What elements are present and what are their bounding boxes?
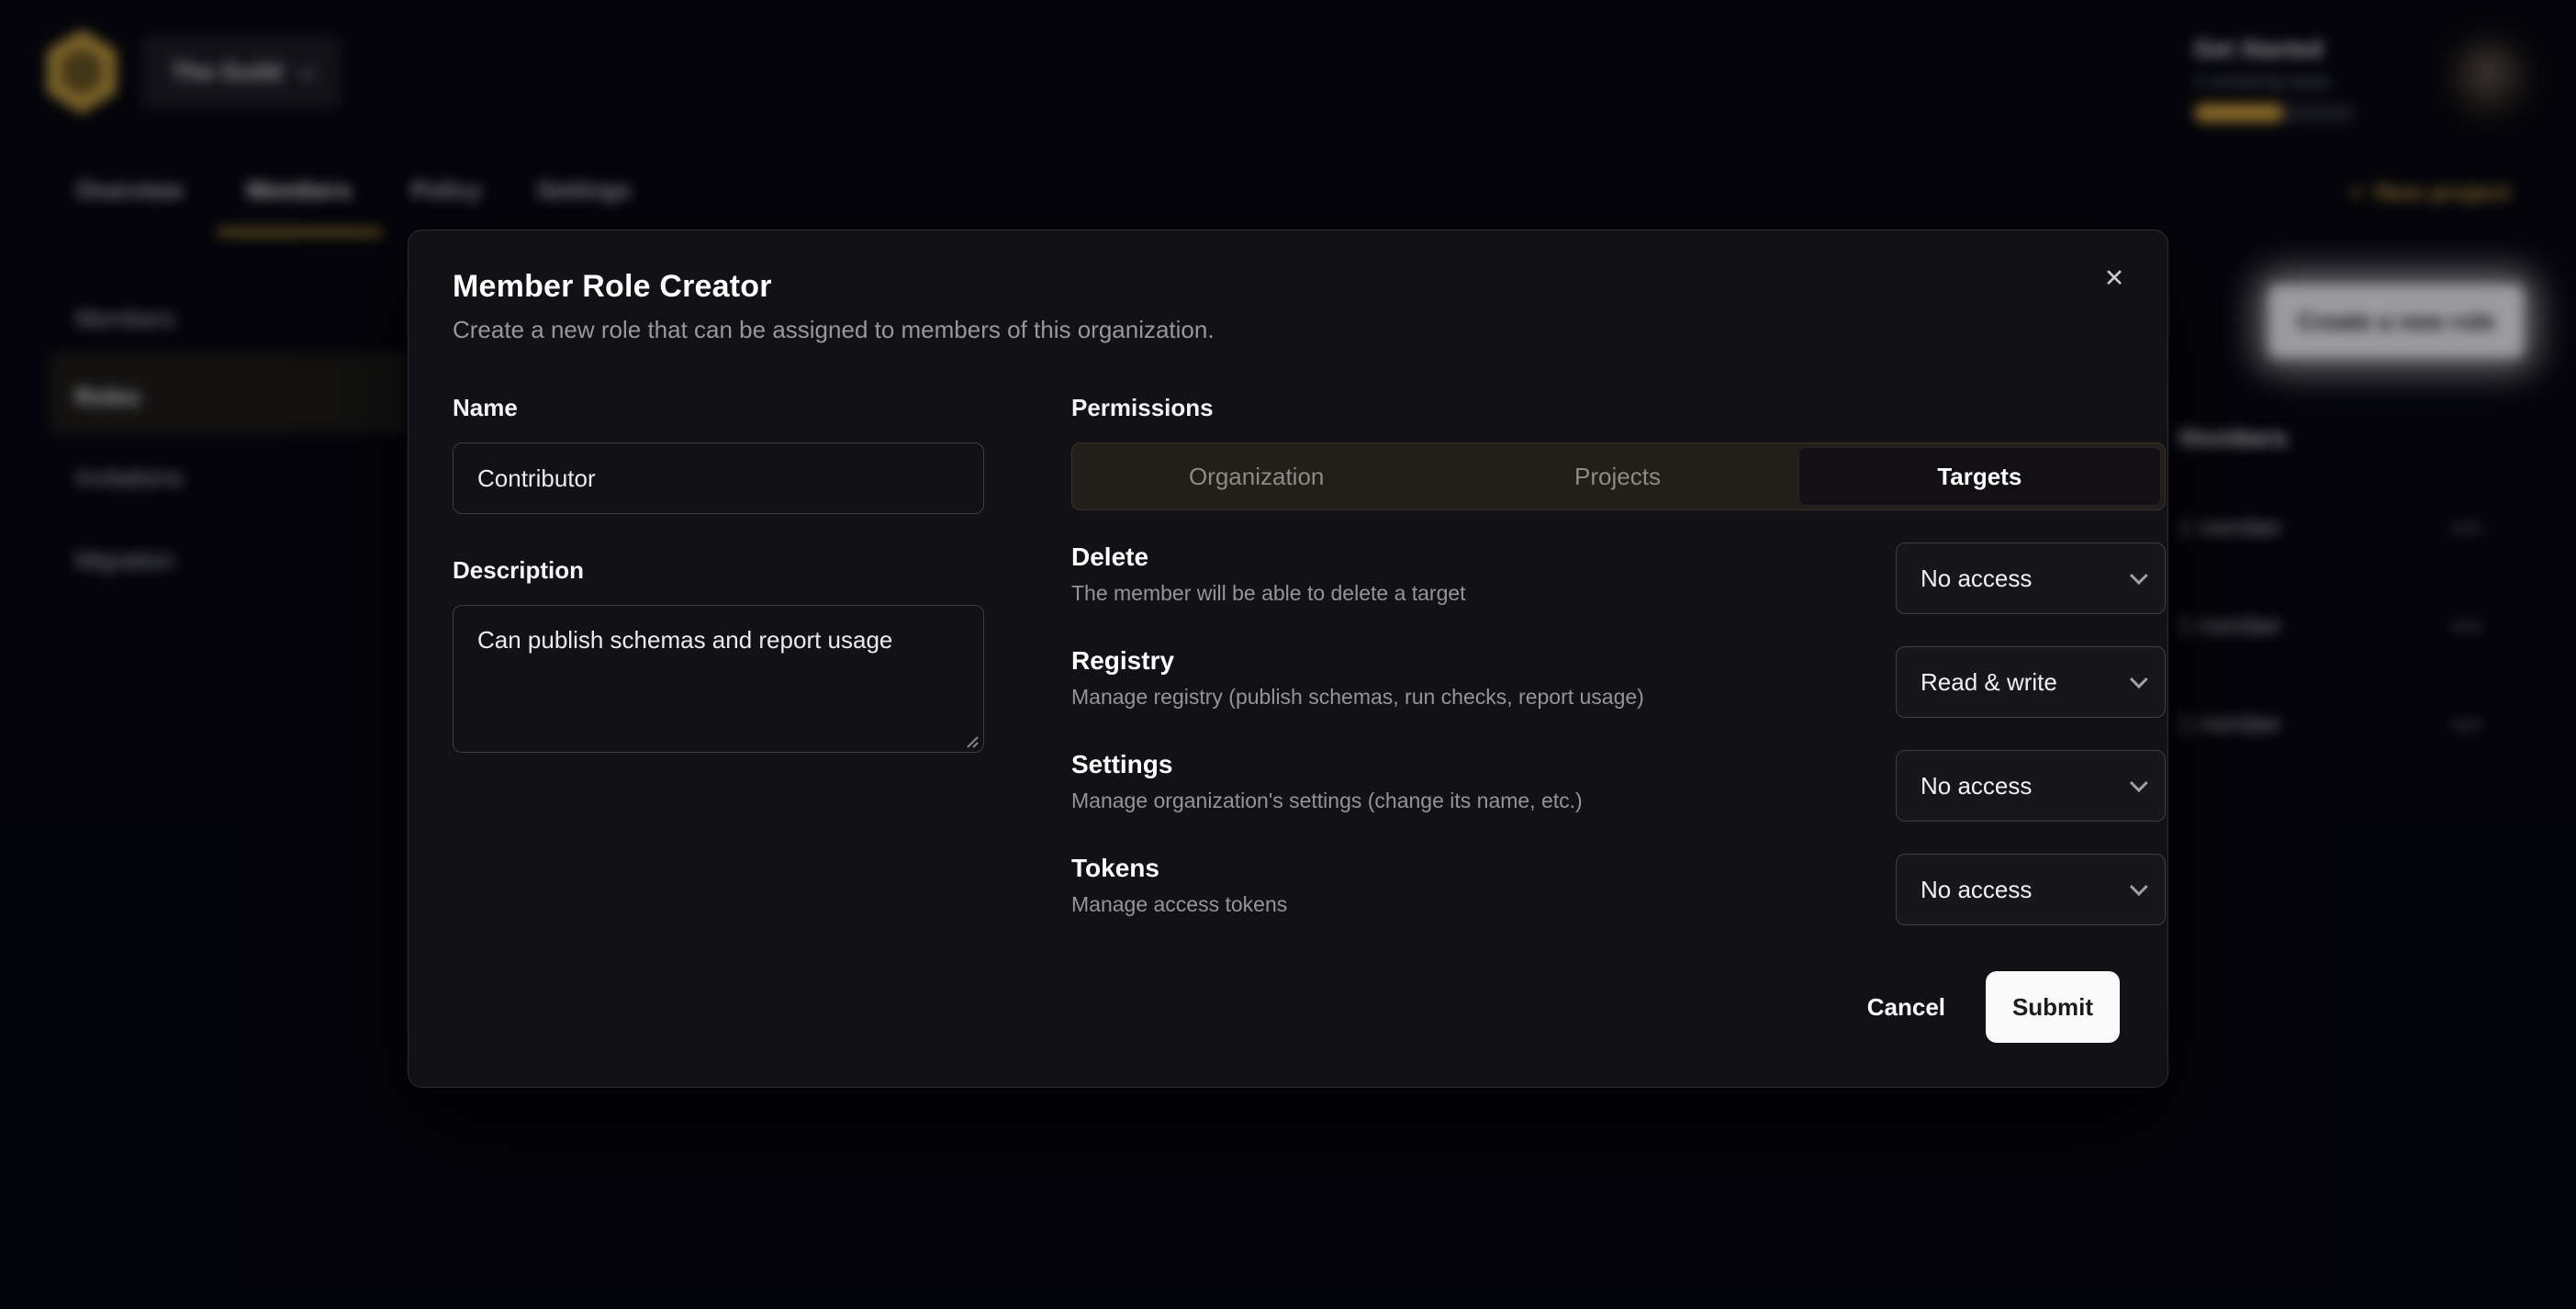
permission-description: Manage organization's settings (change i… bbox=[1071, 789, 1583, 813]
chevron-down-icon bbox=[2130, 670, 2148, 688]
permission-text: Tokens Manage access tokens bbox=[1071, 854, 1287, 917]
permission-row-tokens: Tokens Manage access tokens No access bbox=[1071, 854, 2166, 925]
registry-access-select[interactable]: Read & write bbox=[1896, 646, 2166, 718]
permission-title: Registry bbox=[1071, 646, 1644, 676]
permission-text: Delete The member will be able to delete… bbox=[1071, 543, 1466, 606]
modal-title: Member Role Creator bbox=[453, 269, 2120, 305]
tokens-access-select[interactable]: No access bbox=[1896, 854, 2166, 925]
permission-title: Delete bbox=[1071, 543, 1466, 572]
member-role-creator-modal: ✕ Member Role Creator Create a new role … bbox=[408, 229, 2168, 1088]
permission-title: Tokens bbox=[1071, 854, 1287, 883]
submit-button[interactable]: Submit bbox=[1986, 971, 2120, 1043]
description-textarea[interactable]: Can publish schemas and report usage bbox=[453, 605, 984, 753]
chevron-down-icon bbox=[2130, 878, 2148, 896]
modal-subtitle: Create a new role that can be assigned t… bbox=[453, 316, 2120, 344]
permission-row-delete: Delete The member will be able to delete… bbox=[1071, 543, 2166, 614]
chevron-down-icon bbox=[2130, 774, 2148, 792]
select-value: No access bbox=[1921, 772, 2032, 800]
permission-row-settings: Settings Manage organization's settings … bbox=[1071, 750, 2166, 822]
select-value: No access bbox=[1921, 565, 2032, 593]
permission-text: Settings Manage organization's settings … bbox=[1071, 750, 1583, 813]
description-field-wrap: Can publish schemas and report usage bbox=[453, 605, 984, 757]
permission-description: The member will be able to delete a targ… bbox=[1071, 581, 1466, 606]
permission-row-registry: Registry Manage registry (publish schema… bbox=[1071, 646, 2166, 718]
permission-text: Registry Manage registry (publish schema… bbox=[1071, 646, 1644, 710]
permission-description: Manage registry (publish schemas, run ch… bbox=[1071, 685, 1644, 710]
permission-title: Settings bbox=[1071, 750, 1583, 779]
select-value: Read & write bbox=[1921, 668, 2057, 697]
permissions-column: Permissions Organization Projects Target… bbox=[1071, 394, 2166, 925]
name-input[interactable] bbox=[453, 442, 984, 514]
cancel-button[interactable]: Cancel bbox=[1836, 975, 1977, 1040]
permissions-tablist: Organization Projects Targets bbox=[1071, 442, 2166, 510]
delete-access-select[interactable]: No access bbox=[1896, 543, 2166, 614]
permission-description: Manage access tokens bbox=[1071, 892, 1287, 917]
perm-tab-projects[interactable]: Projects bbox=[1437, 447, 1798, 506]
name-label: Name bbox=[453, 394, 984, 422]
perm-tab-organization[interactable]: Organization bbox=[1076, 447, 1437, 506]
close-icon[interactable]: ✕ bbox=[2094, 258, 2134, 298]
resize-handle-icon[interactable] bbox=[962, 732, 979, 748]
select-value: No access bbox=[1921, 876, 2032, 904]
description-label: Description bbox=[453, 556, 984, 585]
permissions-label: Permissions bbox=[1071, 394, 2166, 422]
settings-access-select[interactable]: No access bbox=[1896, 750, 2166, 822]
role-form-left-column: Name Description Can publish schemas and… bbox=[453, 394, 984, 925]
chevron-down-icon bbox=[2130, 566, 2148, 585]
modal-footer: Cancel Submit bbox=[453, 971, 2120, 1043]
perm-tab-targets[interactable]: Targets bbox=[1798, 447, 2161, 506]
app-root: The Guild Get Started 4 remaining tasks … bbox=[0, 0, 2576, 1309]
